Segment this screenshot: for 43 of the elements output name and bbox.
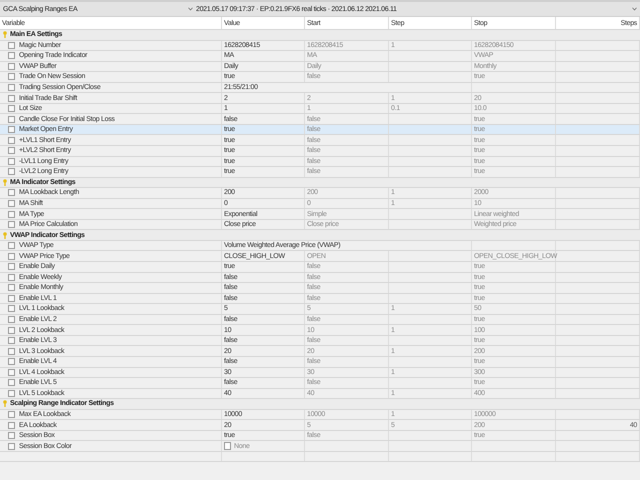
checkbox[interactable] bbox=[8, 147, 15, 154]
checkbox[interactable] bbox=[8, 242, 15, 250]
checkbox[interactable] bbox=[8, 42, 15, 49]
key-icon bbox=[2, 178, 8, 186]
checkbox[interactable] bbox=[8, 168, 15, 176]
checkbox[interactable] bbox=[8, 337, 15, 344]
key-icon bbox=[2, 31, 8, 38]
checkbox[interactable] bbox=[8, 348, 15, 355]
color-swatch-icon bbox=[224, 442, 231, 450]
checkbox[interactable] bbox=[8, 294, 15, 302]
checkbox[interactable] bbox=[8, 263, 15, 270]
checkbox[interactable] bbox=[8, 316, 15, 324]
checkbox[interactable] bbox=[8, 94, 15, 102]
checkbox[interactable] bbox=[8, 210, 15, 218]
checkbox[interactable] bbox=[8, 126, 15, 134]
checkbox[interactable] bbox=[8, 105, 15, 112]
checkbox[interactable] bbox=[8, 221, 15, 228]
checkbox[interactable] bbox=[8, 390, 15, 397]
checkbox[interactable] bbox=[8, 252, 15, 260]
checkbox[interactable] bbox=[8, 442, 15, 450]
checkbox[interactable] bbox=[8, 422, 15, 428]
key-icon bbox=[2, 232, 8, 239]
key-icon bbox=[2, 400, 8, 408]
checkbox[interactable] bbox=[8, 200, 15, 208]
dropdown-caret-icon[interactable] bbox=[632, 7, 637, 11]
checkbox[interactable] bbox=[8, 358, 15, 366]
checkbox[interactable] bbox=[8, 84, 15, 91]
checkbox[interactable] bbox=[8, 305, 15, 312]
checkbox[interactable] bbox=[8, 432, 15, 440]
checkbox[interactable] bbox=[8, 116, 15, 123]
checkbox[interactable] bbox=[8, 410, 15, 418]
checkbox[interactable] bbox=[8, 379, 15, 386]
checkbox[interactable] bbox=[8, 158, 15, 165]
checkbox[interactable] bbox=[8, 368, 15, 376]
checkbox[interactable] bbox=[8, 284, 15, 292]
checkbox[interactable] bbox=[8, 73, 15, 80]
checkbox[interactable] bbox=[8, 274, 15, 281]
dropdown-caret-icon[interactable] bbox=[188, 7, 193, 11]
checkbox[interactable] bbox=[8, 189, 15, 196]
checkbox[interactable] bbox=[8, 52, 15, 60]
checkbox[interactable] bbox=[8, 136, 15, 144]
checkbox[interactable] bbox=[8, 326, 15, 334]
checkbox[interactable] bbox=[8, 62, 15, 70]
